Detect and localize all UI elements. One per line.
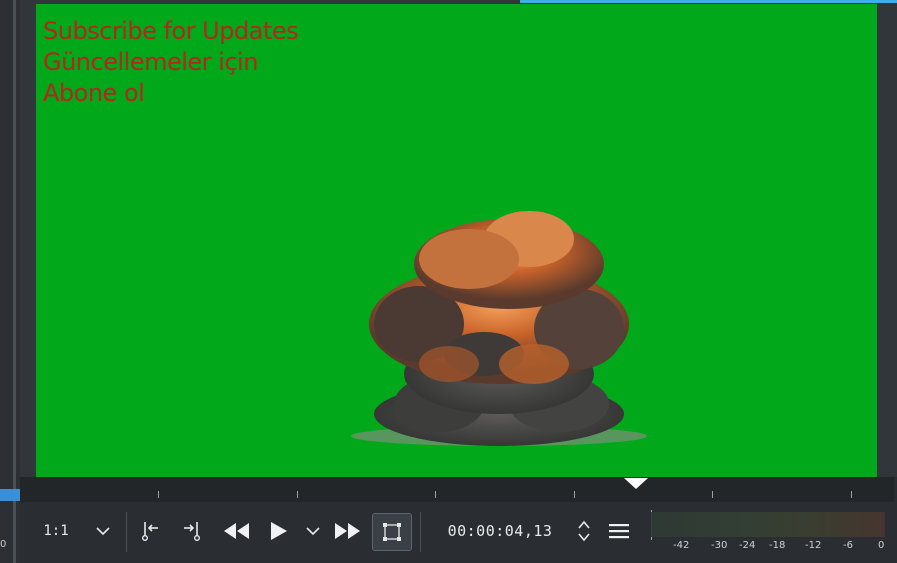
zoom-level[interactable]: 1:1 bbox=[36, 514, 76, 548]
meter-scale-label: -12 bbox=[805, 540, 822, 551]
audio-meter bbox=[651, 512, 885, 537]
timecode-spin-icon[interactable] bbox=[572, 514, 596, 548]
edit-mask-icon[interactable] bbox=[372, 513, 412, 551]
zoom-dropdown-icon[interactable] bbox=[90, 514, 116, 548]
meter-scale-label: 0 bbox=[878, 540, 885, 551]
toolbar-separator bbox=[126, 512, 127, 552]
monitor-toolbar: 1:1 00:00:04,13 -42 -30 -24 -18 -12 -6 0 bbox=[20, 502, 897, 563]
meter-scale-label: -6 bbox=[843, 540, 853, 551]
active-tab-indicator bbox=[520, 0, 897, 3]
panel-splitter[interactable] bbox=[13, 0, 16, 563]
ruler-tick bbox=[712, 491, 713, 498]
overlay-line-2: Güncellemeler için bbox=[43, 48, 258, 76]
video-overlay-text: Subscribe for Updates Güncellemeler için… bbox=[43, 16, 299, 109]
ruler-tick bbox=[435, 491, 436, 498]
play-icon[interactable] bbox=[264, 514, 294, 548]
toolbar-separator bbox=[420, 512, 421, 552]
timeline-ruler[interactable] bbox=[20, 477, 894, 502]
rewind-icon[interactable] bbox=[220, 514, 254, 548]
overlay-line-3: Abone ol bbox=[43, 79, 145, 107]
fast-forward-icon[interactable] bbox=[330, 514, 364, 548]
set-zone-out-icon[interactable] bbox=[178, 514, 206, 548]
timecode-value: 00:00:04,13 bbox=[447, 522, 553, 540]
timecode-display[interactable]: 00:00:04,13 bbox=[432, 514, 568, 548]
meter-scale-label: -30 bbox=[711, 540, 728, 551]
zoom-label: 1:1 bbox=[43, 523, 69, 539]
timeline-selection-marker bbox=[0, 489, 22, 501]
play-options-icon[interactable] bbox=[302, 514, 324, 548]
monitor-menu-icon[interactable] bbox=[606, 514, 632, 548]
left-panel: 0 bbox=[0, 0, 22, 563]
video-frame: Subscribe for Updates Güncellemeler için… bbox=[36, 4, 877, 477]
meter-scale-label: -18 bbox=[769, 540, 786, 551]
meter-scale-label: -24 bbox=[739, 540, 756, 551]
set-zone-in-icon[interactable] bbox=[136, 514, 164, 548]
audio-meter-scale: -42 -30 -24 -18 -12 -6 0 bbox=[651, 540, 891, 554]
playhead-marker[interactable] bbox=[624, 478, 648, 489]
ruler-tick bbox=[851, 491, 852, 498]
ruler-tick bbox=[574, 491, 575, 498]
ruler-tick bbox=[158, 491, 159, 498]
overlay-line-1: Subscribe for Updates bbox=[43, 17, 299, 45]
ruler-tick bbox=[297, 491, 298, 498]
explosion-image bbox=[351, 211, 647, 446]
monitor-viewport[interactable]: Subscribe for Updates Güncellemeler için… bbox=[20, 4, 897, 477]
left-panel-value: 0 bbox=[0, 539, 7, 550]
meter-scale-label: -42 bbox=[673, 540, 690, 551]
